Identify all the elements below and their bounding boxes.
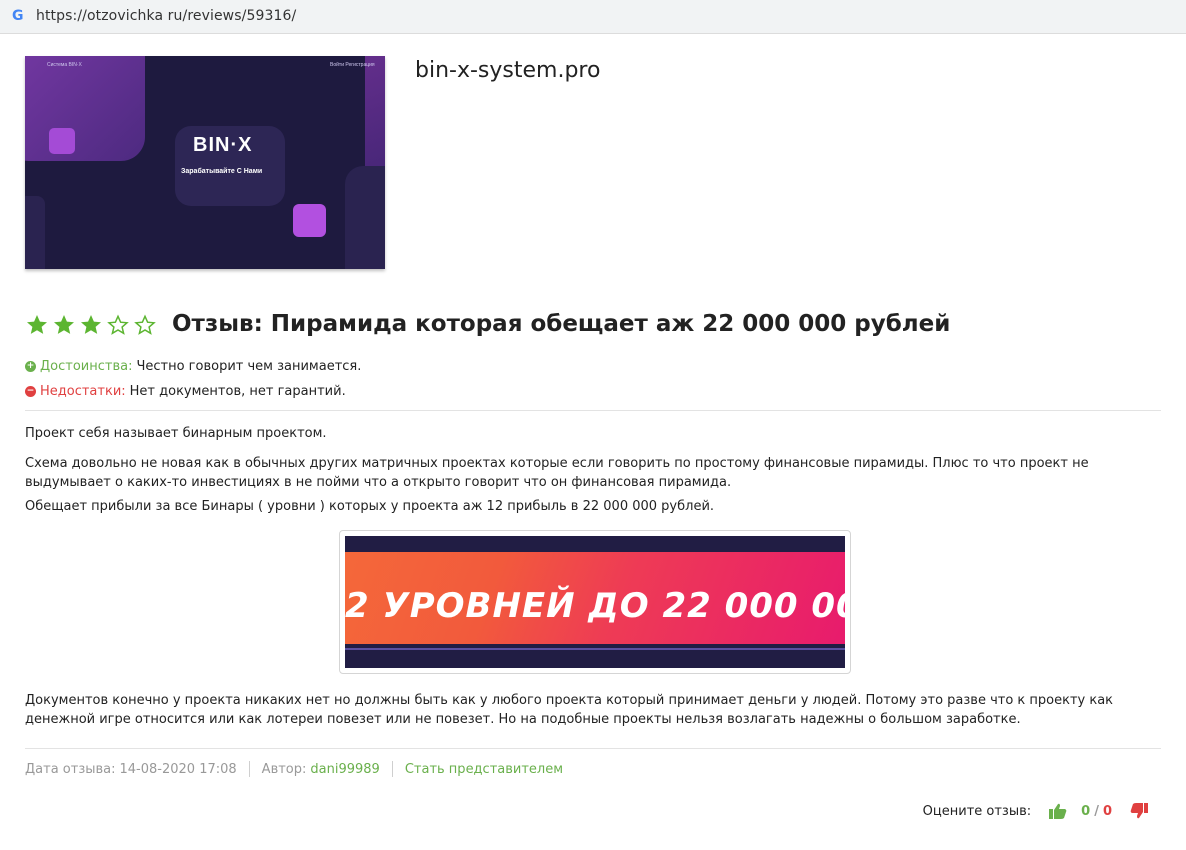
star-outline-icon bbox=[134, 314, 156, 335]
thumbs-up-icon[interactable] bbox=[1049, 803, 1067, 819]
decor-square bbox=[49, 128, 75, 154]
positive-count: 0 bbox=[1081, 803, 1091, 819]
review-cons: − Недостатки: Нет документов, нет гарант… bbox=[25, 384, 346, 399]
product-title: bin-x-system.pro bbox=[415, 58, 601, 83]
rate-review: Оцените отзыв: 0 / 0 bbox=[923, 803, 1148, 819]
rate-label: Оцените отзыв: bbox=[922, 803, 1032, 819]
review-paragraph: Обещает прибыли за все Бинары ( уровни )… bbox=[25, 499, 715, 514]
star-icon bbox=[27, 315, 47, 334]
decor-square bbox=[293, 204, 326, 237]
date-label: Дата отзыва: bbox=[25, 761, 116, 777]
review-meta: Дата отзыва: 14-08-2020 17:08 Автор: dan… bbox=[25, 761, 563, 777]
star-icon bbox=[54, 315, 74, 334]
decor-shape bbox=[25, 196, 45, 269]
plus-circle-icon: + bbox=[25, 361, 36, 372]
product-screenshot[interactable]: Система BIN·X Войти Регистрация BIN·X За… bbox=[25, 56, 385, 269]
separator bbox=[391, 761, 393, 777]
minus-circle-icon: − bbox=[25, 386, 36, 397]
author-link[interactable]: dani99989 bbox=[310, 762, 379, 777]
divider bbox=[25, 410, 1161, 411]
thumb-nav-left: Система BIN·X bbox=[47, 62, 82, 68]
review-title: Отзыв: Пирамида которая обещает аж 22 00… bbox=[172, 311, 951, 337]
banner-text: 2 УРОВНЕЙ ДО 22 000 000 bbox=[345, 586, 845, 626]
review-image[interactable]: 2 УРОВНЕЙ ДО 22 000 000 bbox=[339, 530, 851, 674]
thumb-brand-logo: BIN·X bbox=[193, 134, 253, 156]
become-representative-link[interactable]: Стать представителем bbox=[405, 762, 563, 777]
pros-label: Достоинства: bbox=[40, 359, 133, 374]
review-paragraph: Проект себя называет бинарным проектом. bbox=[25, 426, 327, 441]
rating-stars bbox=[25, 313, 157, 339]
decor-shape bbox=[25, 56, 145, 161]
review-paragraph: Документов конечно у проекта никаких нет… bbox=[25, 693, 1114, 727]
separator bbox=[248, 761, 250, 777]
cons-value: Нет документов, нет гарантий. bbox=[129, 384, 346, 399]
url-text[interactable]: https://otzovichka ru/reviews/59316/ bbox=[36, 8, 296, 24]
negative-count: 0 bbox=[1102, 803, 1112, 819]
banner-image: 2 УРОВНЕЙ ДО 22 000 000 bbox=[345, 536, 845, 668]
pros-value: Честно говорит чем занимается. bbox=[136, 359, 362, 374]
score-separator: / bbox=[1094, 803, 1099, 819]
author-label: Автор: bbox=[261, 761, 307, 777]
browser-address-bar[interactable]: G https://otzovichka ru/reviews/59316/ bbox=[0, 0, 1186, 34]
thumb-tagline: Зарабатывайте С Нами bbox=[181, 168, 263, 175]
thumb-nav-right: Войти Регистрация bbox=[330, 62, 375, 68]
cons-label: Недостатки: bbox=[40, 384, 126, 399]
review-pros: + Достоинства: Честно говорит чем занима… bbox=[25, 359, 361, 374]
rate-score: 0 / 0 bbox=[1081, 804, 1112, 819]
review-paragraph: Схема довольно не новая как в обычных др… bbox=[25, 456, 1089, 490]
google-icon: G bbox=[12, 8, 24, 24]
star-icon bbox=[81, 315, 101, 334]
star-outline-icon bbox=[107, 314, 129, 335]
thumbs-down-icon[interactable] bbox=[1130, 803, 1148, 819]
decor-shape bbox=[345, 166, 385, 269]
date-value: 14-08-2020 17:08 bbox=[119, 761, 237, 777]
divider bbox=[25, 748, 1161, 749]
